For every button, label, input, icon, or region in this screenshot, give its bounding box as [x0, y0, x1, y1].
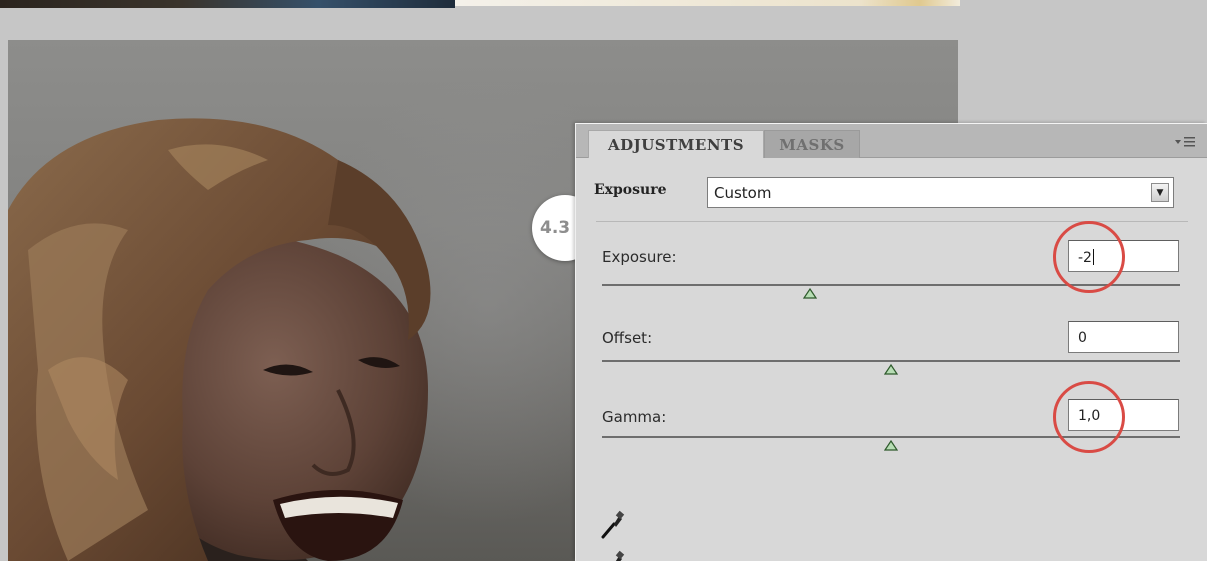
- top-image-dark-part: [0, 0, 455, 8]
- panel-menu-icon[interactable]: [1171, 134, 1197, 150]
- exposure-label: Exposure:: [602, 248, 677, 266]
- highlight-circle-gamma: [1053, 381, 1125, 453]
- panel-tab-bar: ADJUSTMENTS MASKS: [576, 124, 1207, 158]
- offset-input[interactable]: 0: [1068, 321, 1179, 353]
- tab-masks[interactable]: MASKS: [764, 130, 860, 158]
- eyedropper-icon[interactable]: [600, 510, 626, 540]
- gamma-label: Gamma:: [602, 408, 667, 426]
- dropdown-arrow-icon[interactable]: ▼: [1151, 183, 1169, 202]
- top-image-strip: [0, 0, 960, 8]
- offset-value: 0: [1078, 330, 1087, 346]
- eyedropper-icon[interactable]: [600, 550, 626, 561]
- preset-dropdown[interactable]: Custom ▼: [707, 177, 1174, 208]
- offset-slider-track[interactable]: [602, 360, 1180, 362]
- preset-value: Custom: [714, 184, 772, 202]
- gamma-slider-thumb[interactable]: [884, 440, 898, 451]
- top-image-light-part: [455, 0, 960, 6]
- highlight-circle-exposure: [1053, 221, 1125, 293]
- offset-slider-thumb[interactable]: [884, 364, 898, 375]
- tab-adjustments[interactable]: ADJUSTMENTS: [588, 130, 764, 158]
- adjustments-panel: ADJUSTMENTS MASKS Exposure Custom ▼ Expo…: [575, 123, 1207, 561]
- offset-label: Offset:: [602, 329, 653, 347]
- exposure-slider-thumb[interactable]: [803, 288, 818, 299]
- preset-label: Exposure: [594, 182, 667, 198]
